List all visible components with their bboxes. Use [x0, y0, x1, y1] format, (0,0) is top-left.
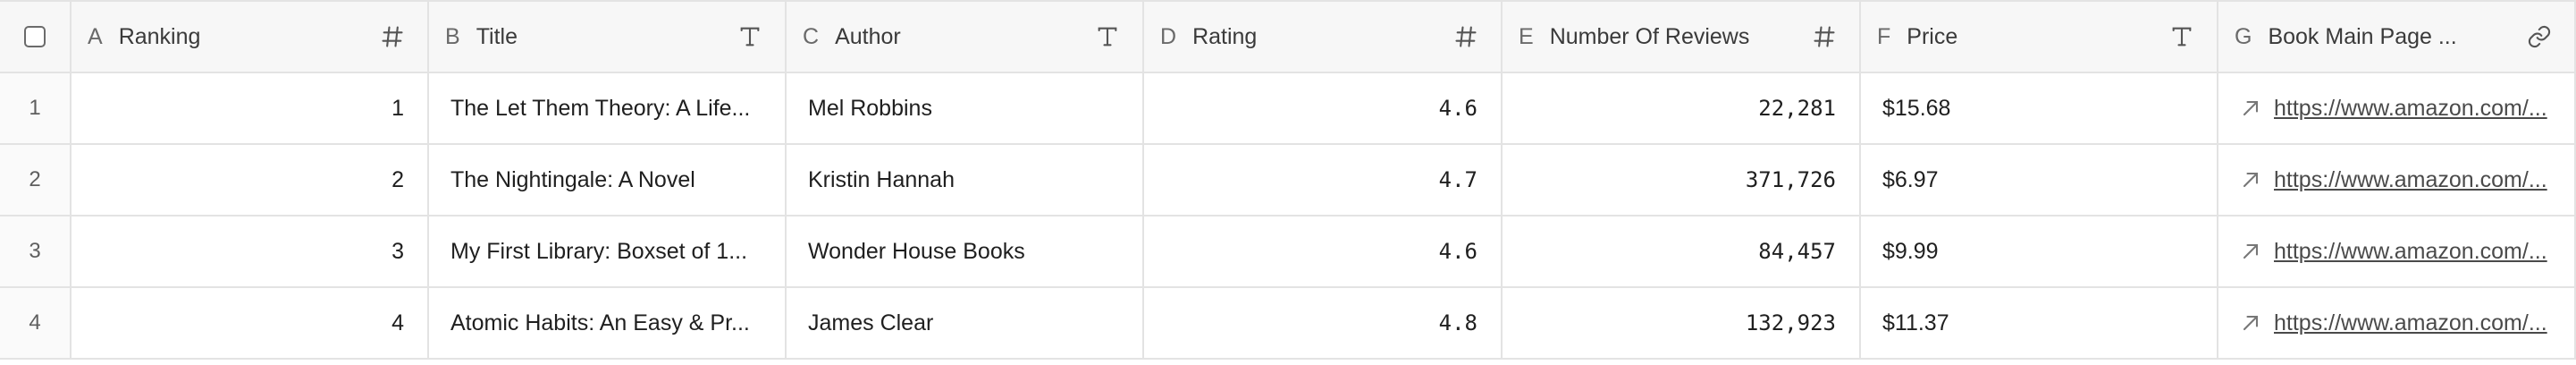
- author-cell[interactable]: Kristin Hannah: [787, 145, 1144, 215]
- column-header-number-of-reviews[interactable]: E Number Of Reviews: [1503, 2, 1861, 72]
- table-row[interactable]: 2 2 The Nightingale: A Novel Kristin Han…: [0, 145, 2576, 216]
- number-icon: [1451, 21, 1481, 52]
- title-cell[interactable]: My First Library: Boxset of 1...: [429, 216, 787, 286]
- rating-cell[interactable]: 4.7: [1144, 145, 1503, 215]
- column-letter: A: [88, 23, 103, 49]
- number-icon: [1809, 21, 1839, 52]
- link-icon: [2524, 21, 2555, 52]
- select-all-cell: [0, 2, 72, 72]
- url-cell[interactable]: https://www.amazon.com/...: [2218, 145, 2576, 215]
- url-cell[interactable]: https://www.amazon.com/...: [2218, 288, 2576, 358]
- url-cell[interactable]: https://www.amazon.com/...: [2218, 73, 2576, 143]
- arrow-up-right-icon[interactable]: [2238, 310, 2263, 335]
- ranking-cell[interactable]: 2: [72, 145, 429, 215]
- title-cell[interactable]: The Nightingale: A Novel: [429, 145, 787, 215]
- column-letter: E: [1519, 23, 1534, 49]
- author-cell[interactable]: Wonder House Books: [787, 216, 1144, 286]
- column-name: Number Of Reviews: [1549, 23, 1750, 49]
- column-letter: D: [1160, 23, 1177, 49]
- url-link[interactable]: https://www.amazon.com/...: [2274, 96, 2547, 122]
- url-link[interactable]: https://www.amazon.com/...: [2274, 310, 2547, 336]
- column-header-title[interactable]: B Title: [429, 2, 787, 72]
- column-name: Author: [835, 23, 901, 49]
- url-link[interactable]: https://www.amazon.com/...: [2274, 239, 2547, 265]
- rating-cell[interactable]: 4.6: [1144, 216, 1503, 286]
- url-link[interactable]: https://www.amazon.com/...: [2274, 167, 2547, 193]
- column-header-ranking[interactable]: A Ranking: [72, 2, 429, 72]
- number-icon: [377, 21, 408, 52]
- reviews-cell[interactable]: 84,457: [1503, 216, 1861, 286]
- column-header-price[interactable]: F Price: [1861, 2, 2218, 72]
- column-header-book-main-page[interactable]: G Book Main Page ...: [2218, 2, 2576, 72]
- reviews-cell[interactable]: 132,923: [1503, 288, 1861, 358]
- author-cell[interactable]: Mel Robbins: [787, 73, 1144, 143]
- rating-cell[interactable]: 4.6: [1144, 73, 1503, 143]
- table-row[interactable]: 4 4 Atomic Habits: An Easy & Pr... James…: [0, 288, 2576, 360]
- arrow-up-right-icon[interactable]: [2238, 167, 2263, 192]
- title-cell[interactable]: Atomic Habits: An Easy & Pr...: [429, 288, 787, 358]
- price-cell[interactable]: $9.99: [1861, 216, 2218, 286]
- column-name: Ranking: [118, 23, 201, 49]
- column-name: Price: [1907, 23, 1958, 49]
- price-cell[interactable]: $15.68: [1861, 73, 2218, 143]
- header-row: A Ranking B Title C Author D Rating E Nu…: [0, 0, 2576, 73]
- title-cell[interactable]: The Let Them Theory: A Life...: [429, 73, 787, 143]
- url-cell[interactable]: https://www.amazon.com/...: [2218, 216, 2576, 286]
- arrow-up-right-icon[interactable]: [2238, 239, 2263, 264]
- text-icon: [2167, 21, 2197, 52]
- column-letter: C: [803, 23, 820, 49]
- column-header-author[interactable]: C Author: [787, 2, 1144, 72]
- column-name: Rating: [1192, 23, 1258, 49]
- select-all-checkbox[interactable]: [24, 26, 46, 47]
- column-name: Title: [476, 23, 518, 49]
- column-letter: F: [1877, 23, 1891, 49]
- text-icon: [735, 21, 765, 52]
- ranking-cell[interactable]: 4: [72, 288, 429, 358]
- reviews-cell[interactable]: 371,726: [1503, 145, 1861, 215]
- row-number[interactable]: 2: [0, 145, 72, 215]
- table-row[interactable]: 3 3 My First Library: Boxset of 1... Won…: [0, 216, 2576, 288]
- row-number[interactable]: 3: [0, 216, 72, 286]
- column-letter: G: [2235, 23, 2252, 49]
- price-cell[interactable]: $6.97: [1861, 145, 2218, 215]
- arrow-up-right-icon[interactable]: [2238, 96, 2263, 121]
- text-icon: [1092, 21, 1123, 52]
- spreadsheet-grid: A Ranking B Title C Author D Rating E Nu…: [0, 0, 2576, 365]
- price-cell[interactable]: $11.37: [1861, 288, 2218, 358]
- ranking-cell[interactable]: 1: [72, 73, 429, 143]
- rating-cell[interactable]: 4.8: [1144, 288, 1503, 358]
- row-number[interactable]: 1: [0, 73, 72, 143]
- table-row[interactable]: 1 1 The Let Them Theory: A Life... Mel R…: [0, 73, 2576, 145]
- reviews-cell[interactable]: 22,281: [1503, 73, 1861, 143]
- column-letter: B: [445, 23, 460, 49]
- column-name: Book Main Page ...: [2268, 23, 2457, 49]
- column-header-rating[interactable]: D Rating: [1144, 2, 1503, 72]
- ranking-cell[interactable]: 3: [72, 216, 429, 286]
- row-number[interactable]: 4: [0, 288, 72, 358]
- author-cell[interactable]: James Clear: [787, 288, 1144, 358]
